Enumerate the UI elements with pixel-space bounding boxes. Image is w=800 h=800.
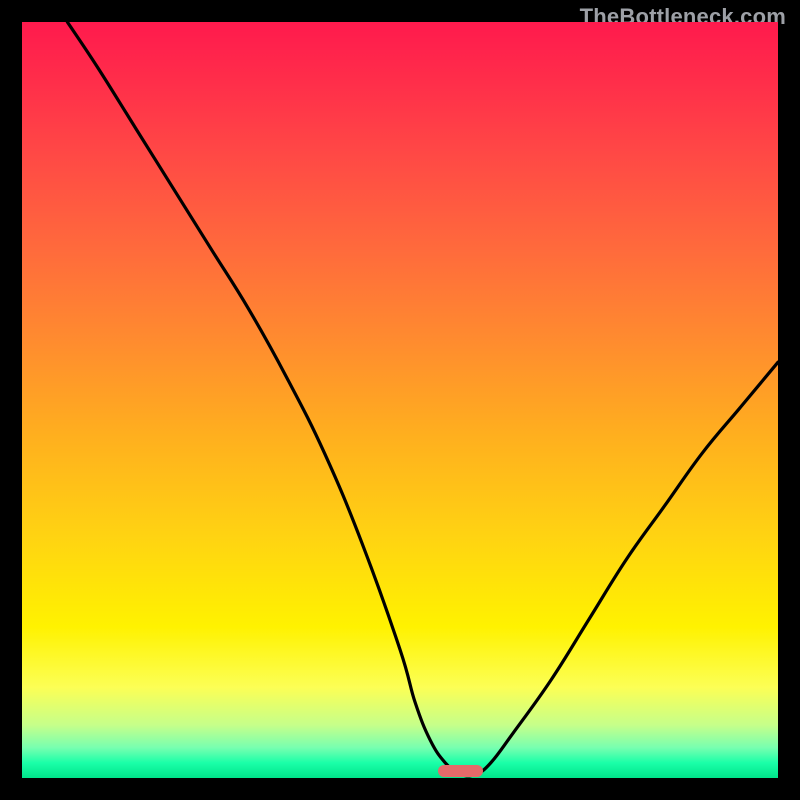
optimal-region-marker bbox=[438, 765, 483, 777]
bottleneck-curve bbox=[67, 22, 778, 776]
plot-area bbox=[22, 22, 778, 778]
curve-layer bbox=[22, 22, 778, 778]
chart-frame: TheBottleneck.com bbox=[0, 0, 800, 800]
